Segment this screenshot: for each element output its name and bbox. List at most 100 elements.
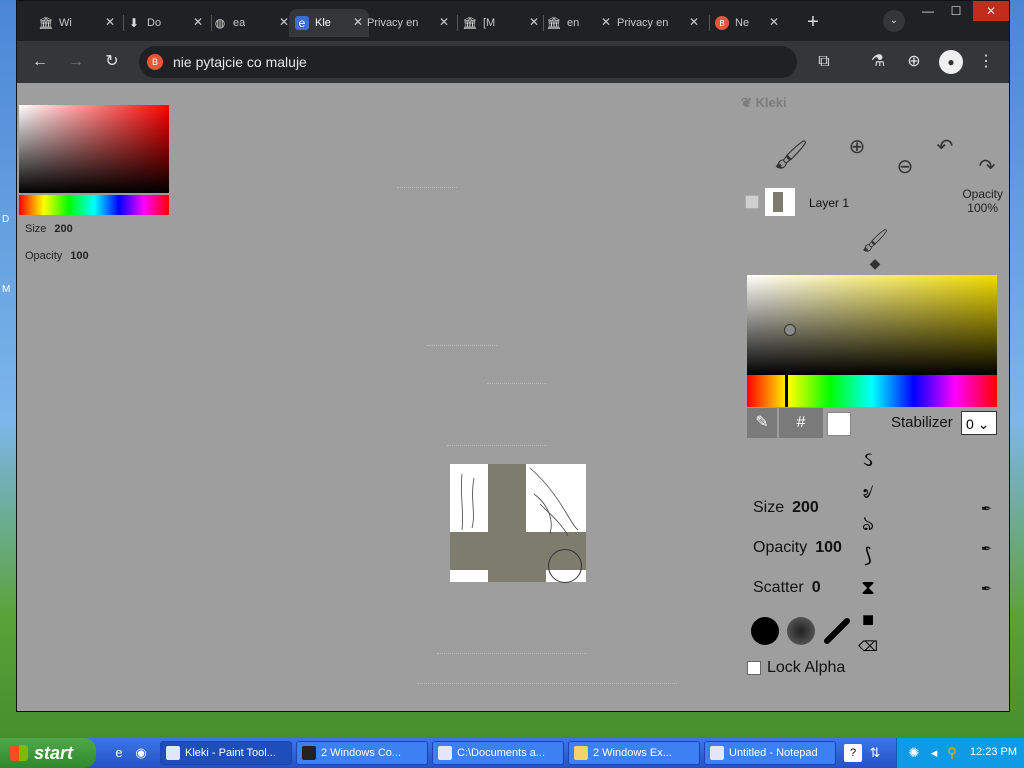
pixel-brush-icon[interactable]: ⟆	[853, 541, 883, 571]
lock-alpha[interactable]: Lock Alpha	[747, 659, 845, 677]
task-kleki[interactable]: Kleki - Paint Tool...	[160, 741, 292, 765]
close-tab-icon[interactable]: ✕	[351, 15, 365, 29]
desktop-icon-label[interactable]: M	[2, 284, 10, 295]
opacity-slider[interactable]: Opacity 100	[753, 539, 842, 557]
sketchy-brush-icon[interactable]: ঌ	[853, 509, 883, 539]
close-tab-icon[interactable]: ✕	[687, 15, 701, 29]
remove-layer-icon[interactable]: ⊖	[891, 153, 919, 181]
task-windows-explorer[interactable]: 2 Windows Ex...	[568, 741, 700, 765]
tab-en[interactable]: 🏛 en ✕	[547, 9, 617, 37]
tab-kleki[interactable]: e Kle ✕	[289, 9, 369, 37]
redo-icon[interactable]: ↷	[973, 153, 1001, 181]
smudge-block-icon[interactable]: ■	[853, 605, 883, 635]
pen-brush-icon[interactable]: ઽ	[853, 445, 883, 475]
tab-title: Do	[147, 17, 162, 29]
language-icon[interactable]: ⇅	[866, 744, 884, 762]
desktop-icon-label[interactable]: D	[2, 214, 9, 225]
close-tab-icon[interactable]: ✕	[191, 15, 205, 29]
size-slider[interactable]: Size 200	[753, 499, 819, 517]
tab-ea[interactable]: ◍ ea ✕	[213, 9, 295, 37]
mini-size-label: Size 200	[25, 223, 73, 235]
hex-input-button[interactable]: #	[779, 408, 823, 438]
extensions-icon[interactable]: ⧉	[811, 49, 837, 75]
tab-wi[interactable]: 🏛 Wi ✕	[39, 9, 121, 37]
chemy-brush-icon[interactable]: ⧗	[853, 573, 883, 603]
back-icon[interactable]: ←	[27, 49, 53, 75]
size-pressure-icon[interactable]: ✒	[981, 501, 995, 516]
brush-tool-icon[interactable]: 🖌	[773, 141, 809, 169]
tray-volume-icon[interactable]: ◂	[925, 744, 943, 762]
hue-slider-knob[interactable]	[785, 375, 788, 407]
tab-privacy-2[interactable]: Privacy en ✕	[617, 9, 705, 37]
tab-strip: 🏛 Wi ✕ ⬇ Do ✕ ◍ ea ✕ e Kle ✕ Privacy en …	[17, 1, 1009, 41]
layer-thumbnail	[765, 188, 795, 216]
kleki-icon: e	[295, 16, 309, 30]
color-picker-knob[interactable]	[784, 324, 796, 336]
downloads-icon[interactable]: ⊕	[901, 49, 927, 75]
line-tip-icon[interactable]	[823, 617, 851, 645]
address-bar[interactable]: B nie pytajcie co maluje	[139, 46, 797, 78]
reload-icon[interactable]: ↻	[99, 49, 125, 75]
layer-item[interactable]: Layer 1 Opacity 100%	[745, 187, 1003, 217]
fill-diamond-icon[interactable]: ◆	[861, 255, 889, 271]
soft-tip-icon[interactable]	[787, 617, 815, 645]
color-saturation-value-picker[interactable]	[747, 275, 997, 375]
clock[interactable]: 12:23 PM	[970, 746, 1017, 758]
browser-toolbar: ← → ↻ B nie pytajcie co maluje ⧉ ⚗ ⊕ ● ⋮	[17, 41, 1009, 83]
close-window-button[interactable]: ✕	[973, 1, 1009, 21]
stabilizer-select[interactable]: 0 ⌄	[961, 411, 997, 435]
profile-avatar[interactable]: ●	[939, 50, 963, 74]
close-tab-icon[interactable]: ✕	[767, 15, 781, 29]
brush-cursor	[548, 549, 582, 583]
hard-tip-icon[interactable]	[751, 617, 779, 645]
forward-icon[interactable]: →	[63, 49, 89, 75]
stabilizer-label: Stabilizer	[891, 414, 953, 431]
scatter-slider[interactable]: Scatter 0	[753, 579, 821, 597]
ie-quicklaunch-icon[interactable]: e	[110, 744, 128, 762]
close-tab-icon[interactable]: ✕	[599, 15, 613, 29]
menu-kebab-icon[interactable]: ⋮	[973, 49, 999, 75]
blend-brush-icon[interactable]: ৶	[853, 477, 883, 507]
tray-search-icon[interactable]: ⚲	[943, 744, 961, 762]
tray-network-icon[interactable]: ✺	[905, 744, 923, 762]
tab-search-button[interactable]: ⌄	[883, 10, 905, 32]
color-options-row: ✎ # Stabilizer 0 ⌄	[747, 408, 1007, 438]
cmd-task-icon	[302, 746, 316, 760]
close-tab-icon[interactable]: ✕	[437, 15, 451, 29]
download-icon: ⬇	[128, 16, 140, 30]
brush-small-icon[interactable]: 🖌	[861, 227, 889, 255]
task-documents[interactable]: C:\Documents a...	[432, 741, 564, 765]
tab-new[interactable]: B Ne ✕	[715, 9, 785, 37]
new-tab-button[interactable]: +	[802, 11, 824, 33]
tab-download[interactable]: ⬇ Do ✕	[127, 9, 209, 37]
help-icon[interactable]: ?	[844, 744, 862, 762]
opacity-pressure-icon[interactable]: ✒	[981, 541, 995, 556]
close-tab-icon[interactable]: ✕	[527, 15, 541, 29]
brave-shield-icon[interactable]: B	[147, 54, 163, 70]
eraser-icon[interactable]: ⌫	[853, 637, 883, 655]
brave-icon: B	[715, 16, 729, 30]
canvas-area[interactable]: Size 200 Opacity 100	[17, 83, 737, 711]
minimize-button[interactable]: —	[913, 1, 943, 21]
layer-visibility-checkbox[interactable]	[745, 195, 759, 209]
undo-icon[interactable]: ↶	[931, 133, 959, 161]
app-quicklaunch-icon[interactable]: ◉	[132, 744, 150, 762]
hue-slider[interactable]	[747, 375, 997, 407]
primary-color-swatch[interactable]	[827, 412, 851, 436]
tab-title: Privacy en	[367, 17, 419, 29]
lock-alpha-checkbox[interactable]	[747, 661, 761, 675]
close-tab-icon[interactable]: ✕	[103, 15, 117, 29]
eyedropper-icon[interactable]: ✎	[747, 408, 777, 438]
scatter-pressure-icon[interactable]: ✒	[981, 581, 995, 596]
tab-privacy[interactable]: Privacy en ✕	[367, 9, 455, 37]
maximize-button[interactable]: ☐	[941, 1, 971, 21]
task-notepad[interactable]: Untitled - Notepad	[704, 741, 836, 765]
start-button[interactable]: start	[0, 738, 96, 768]
tab-m[interactable]: 🏛 [M ✕	[463, 9, 545, 37]
mini-color-picker[interactable]	[19, 105, 169, 193]
add-layer-icon[interactable]: ⊕	[843, 133, 871, 161]
labs-flask-icon[interactable]: ⚗	[865, 49, 891, 75]
mini-opacity-value: 100	[70, 250, 89, 262]
task-windows-command[interactable]: 2 Windows Co...	[296, 741, 428, 765]
mini-hue-bar[interactable]	[19, 195, 169, 215]
